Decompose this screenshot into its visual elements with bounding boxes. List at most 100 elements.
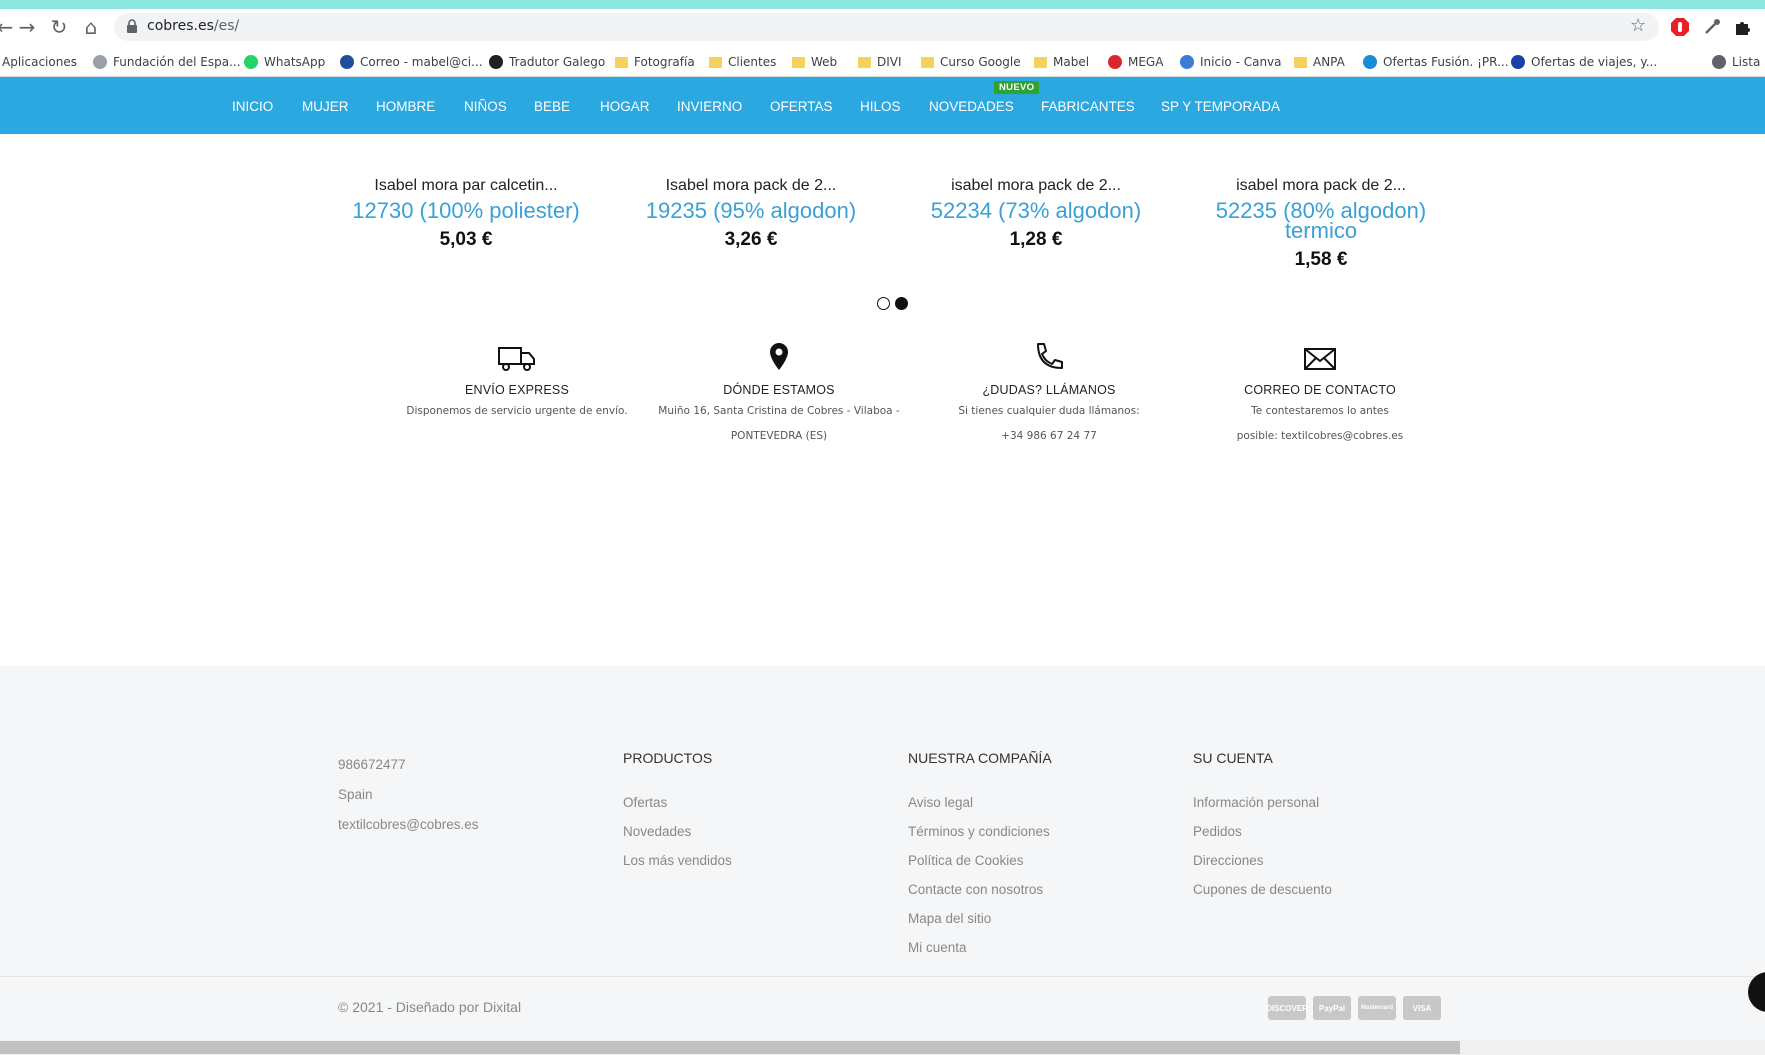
bookmark-label: Inicio - Canva [1200,55,1282,69]
new-badge: NUEVO [994,81,1040,94]
footer-company-title: NUESTRA COMPAÑÍA [908,750,1052,766]
eyedropper-extension-icon[interactable] [1702,17,1722,37]
scrollbar-thumb[interactable] [0,1041,1460,1054]
product-card[interactable]: isabel mora pack de 2... 52234 (73% algo… [906,177,1166,251]
product-name[interactable]: isabel mora pack de 2... [906,177,1166,195]
bookmark-label: Curso Google [940,55,1021,69]
info-text[interactable]: +34 986 67 24 77 [924,424,1174,449]
footer-link-aviso-legal[interactable]: Aviso legal [908,788,1052,817]
address-bar[interactable] [114,13,1659,41]
nav-item-novedades[interactable]: NOVEDADES [929,99,1014,114]
nav-item-hombre[interactable]: HOMBRE [376,99,435,114]
product-price: 5,03 € [439,229,493,250]
footer-email[interactable]: textilcobres@cobres.es [338,810,479,840]
bookmark-star-icon[interactable]: ☆ [1630,15,1646,36]
footer-link-cupones[interactable]: Cupones de descuento [1193,875,1332,904]
bookmark-item[interactable]: WhatsApp [244,53,325,71]
product-card[interactable]: Isabel mora pack de 2... 19235 (95% algo… [621,177,881,251]
info-block-shipping: ENVÍO EXPRESS Disponemos de servicio urg… [392,340,642,424]
product-name[interactable]: isabel mora pack de 2... [1191,177,1451,195]
nav-item-hogar[interactable]: HOGAR [600,99,650,114]
product-name[interactable]: Isabel mora par calcetin... [336,177,596,195]
bookmark-item[interactable]: Web [792,53,837,71]
footer-link-terminos[interactable]: Términos y condiciones [908,817,1052,846]
info-text[interactable]: posible: textilcobres@cobres.es [1195,424,1445,449]
folder-icon [1034,56,1047,68]
site-favicon-icon [93,55,107,69]
bookmark-item[interactable]: Fundación del Espa... [93,53,241,71]
footer-link-ofertas[interactable]: Ofertas [623,788,732,817]
canva-icon [1180,55,1194,69]
extensions-puzzle-icon[interactable] [1733,17,1753,37]
bookmark-label: Mabel [1053,55,1090,69]
nav-item-fabricantes[interactable]: FABRICANTES [1041,99,1135,114]
bookmark-item[interactable]: Curso Google [921,53,1021,71]
bookmark-item[interactable]: Inicio - Canva [1180,53,1282,71]
mega-icon [1108,55,1122,69]
footer-link-mi-cuenta[interactable]: Mi cuenta [908,933,1052,962]
bookmark-item[interactable]: Mabel [1034,53,1089,71]
bookmark-label: Fotografía [634,55,695,69]
bookmark-item[interactable]: Fotografía [615,53,695,71]
footer-link-pedidos[interactable]: Pedidos [1193,817,1332,846]
info-title: CORREO DE CONTACTO [1244,383,1396,397]
carousel-dot-1[interactable] [877,297,890,310]
info-title: DÓNDE ESTAMOS [723,383,835,397]
footer-link-contacto[interactable]: Contacte con nosotros [908,875,1052,904]
folder-icon [792,56,805,68]
forward-arrow-icon[interactable]: → [14,14,40,40]
nav-item-ofertas[interactable]: OFERTAS [770,99,833,114]
bookmark-item[interactable]: Ofertas de viajes, y... [1511,53,1657,71]
bookmark-item[interactable]: ANPA [1294,53,1345,71]
bookmark-item[interactable]: Correo - mabel@ci... [340,53,483,71]
nav-item-mujer[interactable]: MUJER [302,99,349,114]
nav-item-hilos[interactable]: HILOS [860,99,901,114]
home-icon[interactable]: ⌂ [78,14,104,40]
bookmark-item[interactable]: Aplicaciones [2,53,77,71]
product-price: 3,26 € [724,229,778,250]
adblock-extension-icon[interactable] [1670,17,1690,37]
footer-account-title: SU CUENTA [1193,750,1273,766]
nav-item-sp-y-temporada[interactable]: SP Y TEMPORADA [1161,99,1280,114]
product-subtitle[interactable]: 19235 (95% algodon) [621,200,881,222]
reload-icon[interactable]: ↻ [46,14,72,40]
bookmark-label: Web [811,55,838,69]
bookmark-item[interactable]: DIVI [858,53,902,71]
product-name[interactable]: Isabel mora pack de 2... [621,177,881,195]
product-card[interactable]: Isabel mora par calcetin... 12730 (100% … [336,177,596,251]
product-card[interactable]: isabel mora pack de 2... 52235 (80% algo… [1191,177,1451,271]
footer-link-informacion[interactable]: Información personal [1193,788,1332,817]
footer-divider [0,976,1765,977]
bookmark-label: ANPA [1313,55,1345,69]
footer-link-direcciones[interactable]: Direcciones [1193,846,1332,875]
footer-link-mapa[interactable]: Mapa del sitio [908,904,1052,933]
product-subtitle[interactable]: 52234 (73% algodon) [906,200,1166,222]
bookmark-item[interactable]: MEGA [1108,53,1163,71]
product-subtitle[interactable]: 52235 (80% algodon) termico [1191,200,1451,242]
footer-products-title: PRODUCTOS [623,750,713,766]
bookmark-label: Ofertas de viajes, y... [1531,55,1658,69]
bookmark-item[interactable]: Tradutor Galego [489,53,605,71]
product-subtitle[interactable]: 12730 (100% poliester) [336,200,596,222]
footer-link-mas-vendidos[interactable]: Los más vendidos [623,846,732,875]
url-text[interactable]: cobres.es/es/ [147,18,239,34]
info-block-phone: ¿DUDAS? LLÁMANOS Si tienes cualquier dud… [924,340,1174,449]
bookmark-item[interactable]: Ofertas Fusión. ¡PR... [1363,53,1509,71]
bookmark-item[interactable]: Lista [1712,53,1760,71]
carousel-dot-2-active[interactable] [895,297,908,310]
info-text: Muiño 16, Santa Cristina de Cobres - Vil… [658,405,900,417]
truck-icon [498,347,535,371]
bookmark-label: Fundación del Espa... [113,55,241,69]
lock-icon[interactable] [126,19,138,33]
nav-item-invierno[interactable]: INVIERNO [677,99,742,114]
footer-link-novedades[interactable]: Novedades [623,817,732,846]
bookmark-item[interactable]: Clientes [709,53,776,71]
nav-item-inicio[interactable]: INICIO [232,99,273,114]
footer-contact: 986672477 Spain textilcobres@cobres.es [338,750,479,840]
mail-favicon-icon [340,55,354,69]
nav-item-bebe[interactable]: BEBE [534,99,570,114]
folder-icon [709,56,722,68]
nav-item-ninos[interactable]: NIÑOS [464,99,507,114]
footer-link-cookies[interactable]: Política de Cookies [908,846,1052,875]
phone-icon [1037,343,1063,369]
